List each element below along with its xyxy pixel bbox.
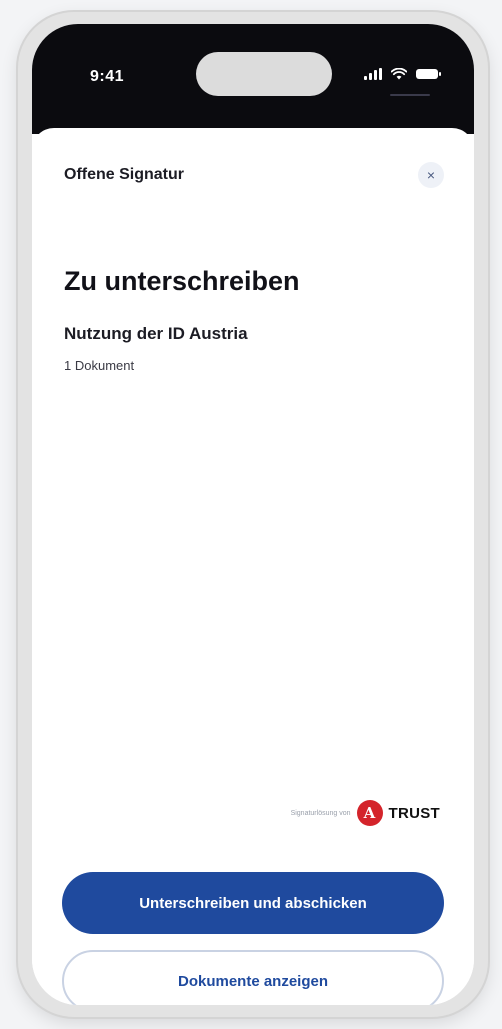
dynamic-island — [196, 52, 332, 96]
document-count: 1 Dokument — [64, 358, 135, 373]
status-underline — [390, 94, 430, 96]
branding-caption: Signaturlösung von — [290, 809, 351, 817]
signature-sheet: Offene Signatur × Zu unterschreiben Nutz… — [32, 128, 474, 1005]
branding: Signaturlösung von A TRUST — [291, 800, 440, 826]
trust-wordmark: TRUST — [388, 804, 440, 822]
close-icon: × — [426, 167, 436, 183]
sign-and-send-button[interactable]: Unterschreiben und abschicken — [62, 872, 444, 934]
sheet-title: Offene Signatur — [64, 166, 185, 183]
battery-icon — [416, 69, 441, 79]
wifi-icon — [391, 68, 407, 80]
a-trust-logo-icon: A — [356, 800, 383, 826]
document-title: Nutzung der ID Austria — [64, 324, 248, 343]
status-bar: 9:41 — [32, 24, 474, 134]
signal-icon — [364, 68, 382, 80]
status-icons — [364, 68, 441, 80]
status-time: 9:41 — [90, 68, 125, 85]
phone-frame: 9:41 Offene Signatur × Zu unterschreiben… — [18, 12, 488, 1017]
show-documents-button[interactable]: Dokumente anzeigen — [62, 950, 444, 1005]
phone-screen: 9:41 Offene Signatur × Zu unterschreiben… — [32, 24, 474, 1005]
close-button[interactable]: × — [418, 162, 444, 188]
page-heading: Zu unterschreiben — [64, 266, 300, 296]
